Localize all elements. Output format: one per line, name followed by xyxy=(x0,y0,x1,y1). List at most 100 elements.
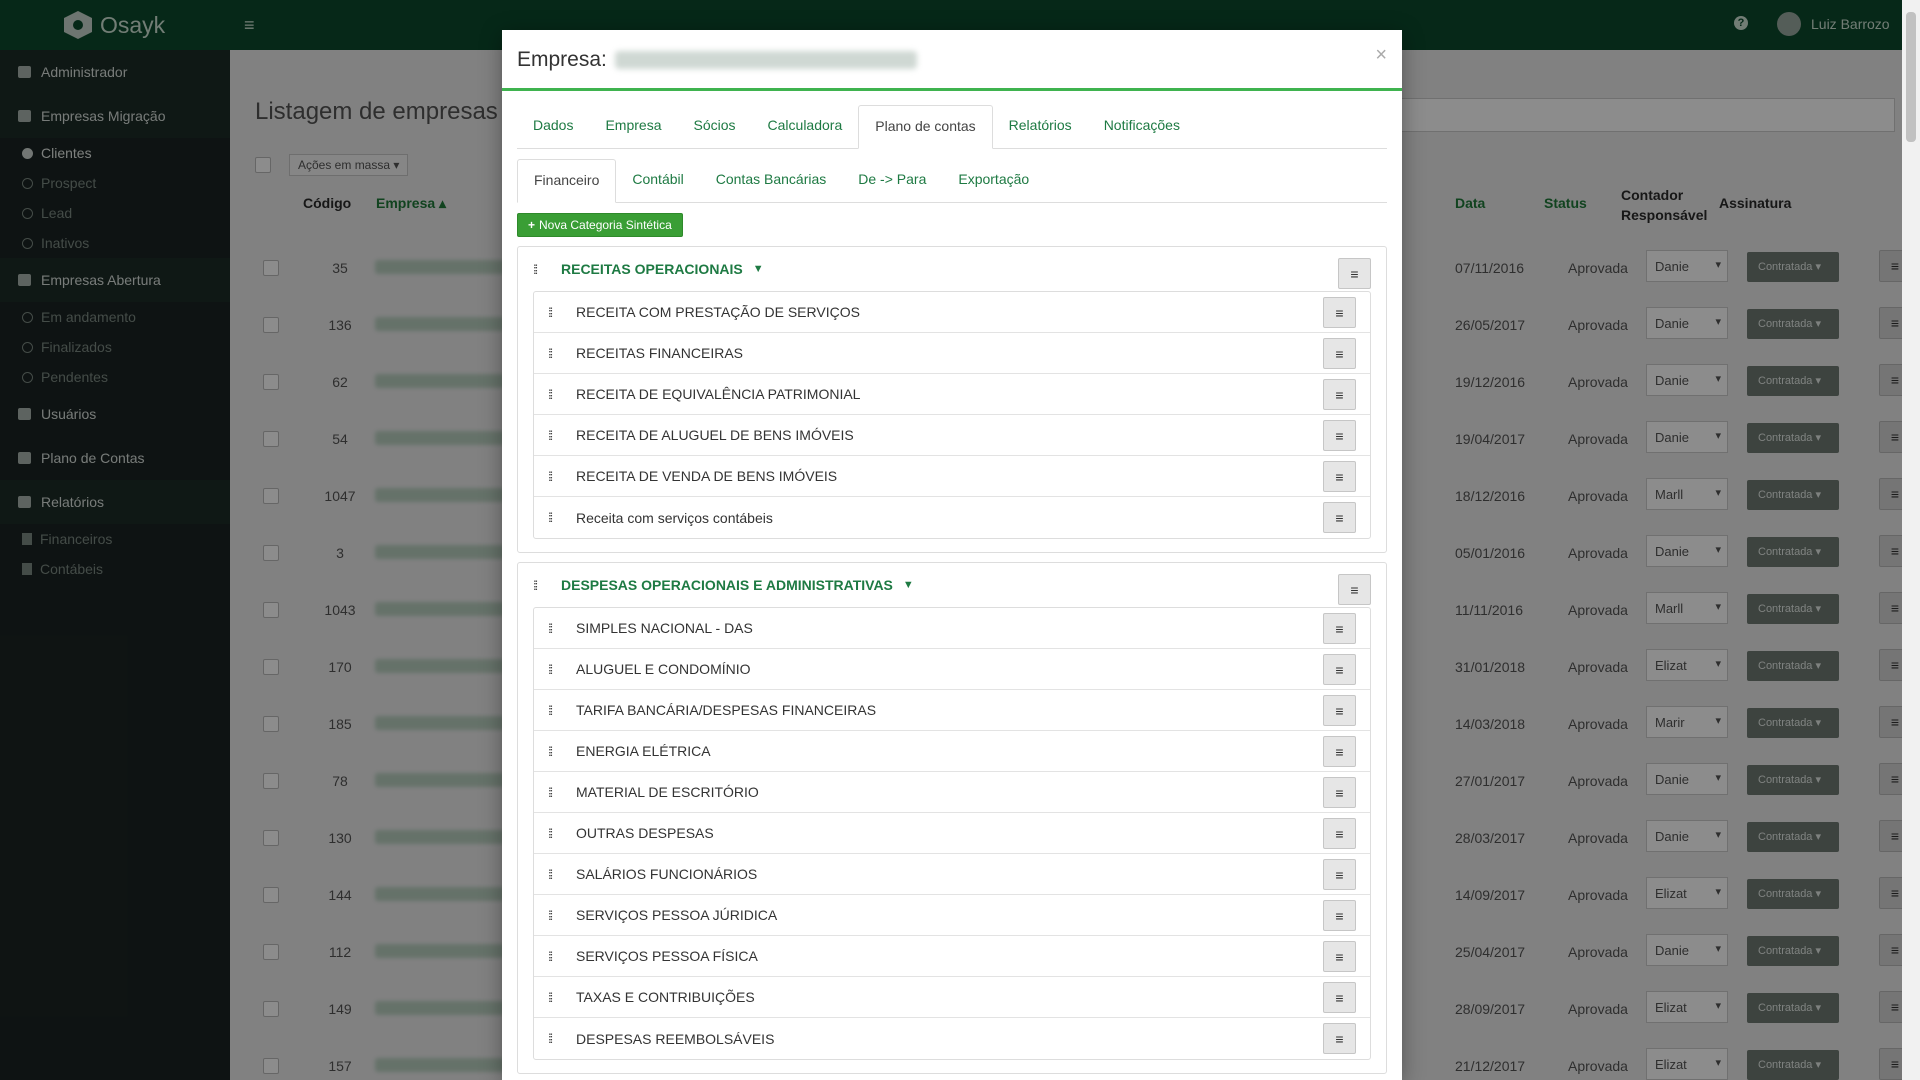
scrollbar-thumb[interactable] xyxy=(1906,12,1916,142)
redacted-company-name xyxy=(614,51,917,69)
drag-handle-icon[interactable]: ⁞⁞ xyxy=(548,346,570,361)
modal-tabs: Dados Empresa Sócios Calculadora Plano de co… xyxy=(517,105,1387,149)
account-menu-button[interactable]: ≡ xyxy=(1323,420,1356,451)
drag-handle-icon[interactable]: ⁞⁞ xyxy=(548,305,570,320)
account-label: SALÁRIOS FUNCIONÁRIOS xyxy=(576,866,758,882)
account-menu-button[interactable]: ≡ xyxy=(1323,654,1356,685)
account-menu-button[interactable]: ≡ xyxy=(1323,502,1356,533)
company-modal: Empresa: × Dados Empresa Sócios Calculadora… xyxy=(502,30,1402,1080)
subtab-contas-bancarias[interactable]: Contas Bancárias xyxy=(700,159,843,202)
account-item: ⁞⁞ TARIFA BANCÁRIA/DESPESAS FINANCEIRAS ≡ xyxy=(534,690,1370,731)
modal-title-prefix: Empresa: xyxy=(517,48,607,71)
drag-handle-icon[interactable]: ⁞⁞ xyxy=(533,262,555,277)
drag-handle-icon[interactable]: ⁞⁞ xyxy=(548,703,570,718)
drag-handle-icon[interactable]: ⁞⁞ xyxy=(548,867,570,882)
account-item: ⁞⁞ TAXAS E CONTRIBUIÇÕES ≡ xyxy=(534,977,1370,1018)
new-synthetic-category-button[interactable]: + Nova Categoria Sintética xyxy=(517,213,683,237)
account-menu-button[interactable]: ≡ xyxy=(1323,613,1356,644)
new-category-label: Nova Categoria Sintética xyxy=(539,218,672,232)
account-item: ⁞⁞ RECEITA DE EQUIVALÊNCIA PATRIMONIAL ≡ xyxy=(534,374,1370,415)
account-menu-button[interactable]: ≡ xyxy=(1323,736,1356,767)
account-menu-button[interactable]: ≡ xyxy=(1323,461,1356,492)
account-item: ⁞⁞ SALÁRIOS FUNCIONÁRIOS ≡ xyxy=(534,854,1370,895)
account-menu-button[interactable]: ≡ xyxy=(1323,982,1356,1013)
subtab-exportacao[interactable]: Exportação xyxy=(942,159,1045,202)
subtab-de-para[interactable]: De -> Para xyxy=(842,159,942,202)
category-header: ⁞⁞ DESPESAS OPERACIONAIS E ADMINISTRATIVA… xyxy=(533,563,1371,607)
drag-handle-icon[interactable]: ⁞⁞ xyxy=(548,469,570,484)
drag-handle-icon[interactable]: ⁞⁞ xyxy=(548,949,570,964)
account-label: SERVIÇOS PESSOA JÚRIDICA xyxy=(576,907,778,923)
account-menu-button[interactable]: ≡ xyxy=(1323,818,1356,849)
drag-handle-icon[interactable]: ⁞⁞ xyxy=(548,785,570,800)
category-menu-button[interactable]: ≡ xyxy=(1338,258,1371,289)
account-label: TAXAS E CONTRIBUIÇÕES xyxy=(576,989,755,1005)
category-title[interactable]: DESPESAS OPERACIONAIS E ADMINISTRATIVAS xyxy=(561,577,893,593)
account-menu-button[interactable]: ≡ xyxy=(1323,1023,1356,1054)
account-menu-button[interactable]: ≡ xyxy=(1323,777,1356,808)
account-label: OUTRAS DESPESAS xyxy=(576,825,714,841)
account-label: ALUGUEL E CONDOMÍNIO xyxy=(576,661,751,677)
account-label: RECEITA DE VENDA DE BENS IMÓVEIS xyxy=(576,468,838,484)
tab-notificacoes[interactable]: Notificações xyxy=(1088,105,1196,148)
account-item: ⁞⁞ OUTRAS DESPESAS ≡ xyxy=(534,813,1370,854)
drag-handle-icon[interactable]: ⁞⁞ xyxy=(548,990,570,1005)
account-item: ⁞⁞ SERVIÇOS PESSOA FÍSICA ≡ xyxy=(534,936,1370,977)
category-panel: ⁞⁞ RECEITAS OPERACIONAIS ▼ ≡ ⁞⁞ RECEITA COM P… xyxy=(517,246,1387,553)
account-label: RECEITA DE ALUGUEL DE BENS IMÓVEIS xyxy=(576,427,854,443)
tab-dados[interactable]: Dados xyxy=(517,105,589,148)
category-menu-button[interactable]: ≡ xyxy=(1338,574,1371,605)
drag-handle-icon[interactable]: ⁞⁞ xyxy=(548,744,570,759)
caret-down-icon[interactable]: ▼ xyxy=(753,263,764,275)
account-item: ⁞⁞ ENERGIA ELÉTRICA ≡ xyxy=(534,731,1370,772)
account-label: SERVIÇOS PESSOA FÍSICA xyxy=(576,948,758,964)
tab-calculadora[interactable]: Calculadora xyxy=(752,105,859,148)
drag-handle-icon[interactable]: ⁞⁞ xyxy=(548,1031,570,1046)
account-label: RECEITAS FINANCEIRAS xyxy=(576,345,743,361)
account-label: DESPESAS REEMBOLSÁVEIS xyxy=(576,1030,775,1047)
account-item: ⁞⁞ DESPESAS REEMBOLSÁVEIS ≡ xyxy=(534,1018,1370,1059)
drag-handle-icon[interactable]: ⁞⁞ xyxy=(533,578,555,593)
account-label: SIMPLES NACIONAL - DAS xyxy=(576,620,753,636)
account-item: ⁞⁞ SIMPLES NACIONAL - DAS ≡ xyxy=(534,608,1370,649)
drag-handle-icon[interactable]: ⁞⁞ xyxy=(548,510,570,525)
account-menu-button[interactable]: ≡ xyxy=(1323,941,1356,972)
caret-down-icon[interactable]: ▼ xyxy=(903,579,914,591)
account-item: ⁞⁞ Receita com serviços contábeis ≡ xyxy=(534,497,1370,538)
account-item: ⁞⁞ ALUGUEL E CONDOMÍNIO ≡ xyxy=(534,649,1370,690)
account-item: ⁞⁞ RECEITA DE VENDA DE BENS IMÓVEIS ≡ xyxy=(534,456,1370,497)
account-menu-button[interactable]: ≡ xyxy=(1323,859,1356,890)
account-item: ⁞⁞ RECEITA COM PRESTAÇÃO DE SERVIÇOS ≡ xyxy=(534,292,1370,333)
tab-socios[interactable]: Sócios xyxy=(678,105,752,148)
drag-handle-icon[interactable]: ⁞⁞ xyxy=(548,621,570,636)
account-menu-button[interactable]: ≡ xyxy=(1323,338,1356,369)
account-label: MATERIAL DE ESCRITÓRIO xyxy=(576,784,759,800)
tab-plano-de-contas[interactable]: Plano de contas xyxy=(858,105,993,149)
category-title[interactable]: RECEITAS OPERACIONAIS xyxy=(561,261,743,277)
subtab-financeiro[interactable]: Financeiro xyxy=(517,159,617,203)
close-icon[interactable]: × xyxy=(1375,44,1387,67)
drag-handle-icon[interactable]: ⁞⁞ xyxy=(548,662,570,677)
tab-relatorios[interactable]: Relatórios xyxy=(993,105,1088,148)
account-list: ⁞⁞ SIMPLES NACIONAL - DAS ≡ ⁞⁞ ALUGUEL E CON… xyxy=(533,607,1371,1060)
account-menu-button[interactable]: ≡ xyxy=(1323,297,1356,328)
plus-icon: + xyxy=(528,218,536,232)
account-label: TARIFA BANCÁRIA/DESPESAS FINANCEIRAS xyxy=(576,702,877,718)
tab-empresa[interactable]: Empresa xyxy=(589,105,677,148)
drag-handle-icon[interactable]: ⁞⁞ xyxy=(548,428,570,443)
subtab-contabil[interactable]: Contábil xyxy=(616,159,699,202)
drag-handle-icon[interactable]: ⁞⁞ xyxy=(548,826,570,841)
drag-handle-icon[interactable]: ⁞⁞ xyxy=(548,387,570,402)
account-item: ⁞⁞ RECEITAS FINANCEIRAS ≡ xyxy=(534,333,1370,374)
page-scrollbar[interactable] xyxy=(1902,0,1920,1080)
category-panel: ⁞⁞ DESPESAS OPERACIONAIS E ADMINISTRATIVA… xyxy=(517,562,1387,1074)
account-item: ⁞⁞ RECEITA DE ALUGUEL DE BENS IMÓVEIS ≡ xyxy=(534,415,1370,456)
account-menu-button[interactable]: ≡ xyxy=(1323,900,1356,931)
account-menu-button[interactable]: ≡ xyxy=(1323,379,1356,410)
modal-body: Dados Empresa Sócios Calculadora Plano de co… xyxy=(502,91,1402,1074)
drag-handle-icon[interactable]: ⁞⁞ xyxy=(548,908,570,923)
plan-subtabs: Financeiro Contábil Contas Bancárias De -> … xyxy=(517,159,1387,203)
modal-title: Empresa: xyxy=(517,48,1387,72)
account-menu-button[interactable]: ≡ xyxy=(1323,695,1356,726)
account-item: ⁞⁞ MATERIAL DE ESCRITÓRIO ≡ xyxy=(534,772,1370,813)
